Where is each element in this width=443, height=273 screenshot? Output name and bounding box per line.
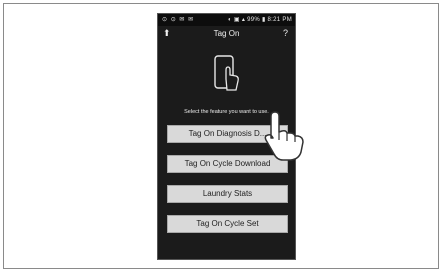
notification-icons: ⊙ ⊙ ✉ ✉	[162, 17, 195, 23]
page-title: Tag On	[213, 29, 240, 38]
hand-pointer-icon	[264, 111, 304, 161]
title-bar: ⬆ Tag On ?	[158, 26, 295, 42]
help-icon[interactable]: ?	[283, 28, 288, 38]
status-bar: ⊙ ⊙ ✉ ✉ ◐ ▣ ▴ 99% ▮ 8:21 PM	[158, 14, 295, 26]
tag-on-cycle-set-button[interactable]: Tag On Cycle Set	[167, 215, 288, 233]
phone-nfc-icon	[214, 55, 239, 91]
laundry-stats-button[interactable]: Laundry Stats	[167, 185, 288, 203]
status-indicators: ◐ ▣ ▴ 99% ▮ 8:21 PM	[228, 17, 292, 23]
